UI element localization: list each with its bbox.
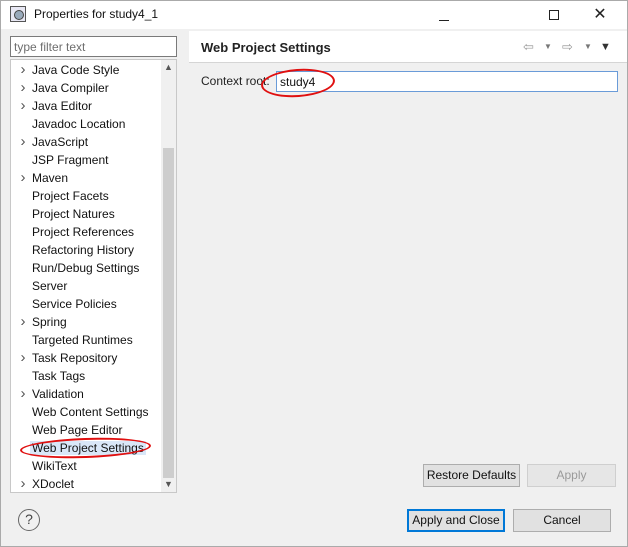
context-root-label: Context root: xyxy=(201,74,270,88)
tree-item[interactable]: Project Facets xyxy=(11,187,161,205)
tree-item[interactable]: › JavaScript xyxy=(11,133,161,151)
expand-chevron-icon[interactable]: › xyxy=(18,349,28,367)
forward-menu-chevron-icon[interactable]: ▼ xyxy=(584,38,592,56)
expand-chevron-icon[interactable]: › xyxy=(18,313,28,331)
tree-item[interactable]: Web Page Editor xyxy=(11,421,161,439)
tree-item-label: JavaScript xyxy=(32,135,89,149)
minimize-icon xyxy=(439,19,449,21)
maximize-button[interactable] xyxy=(531,1,577,29)
cancel-button[interactable]: Cancel xyxy=(513,509,611,532)
filter-input[interactable] xyxy=(10,36,177,57)
tree-item[interactable]: › Java Editor xyxy=(11,97,161,115)
panel-header: Web Project Settings ⇦ ▼ ⇨ ▼ ▼ xyxy=(189,31,627,63)
tree-item-label: Task Repository xyxy=(32,351,118,365)
context-root-input[interactable] xyxy=(276,71,618,92)
help-icon[interactable]: ? xyxy=(18,509,40,531)
view-menu-icon[interactable]: ▼ xyxy=(600,38,611,56)
apply-and-close-button[interactable]: Apply and Close xyxy=(407,509,505,532)
tree-item-label: Service Policies xyxy=(32,297,117,311)
tree-item-label: Javadoc Location xyxy=(32,117,126,131)
forward-arrow-icon[interactable]: ⇨ xyxy=(562,38,573,56)
back-arrow-icon[interactable]: ⇦ xyxy=(523,38,534,56)
expand-chevron-icon[interactable]: › xyxy=(18,61,28,79)
tree-item[interactable]: Project Natures xyxy=(11,205,161,223)
tree-item[interactable]: › Spring xyxy=(11,313,161,331)
tree-item-label: Web Page Editor xyxy=(32,423,123,437)
tree-item[interactable]: › Task Repository xyxy=(11,349,161,367)
tree-item-label: Project Natures xyxy=(32,207,115,221)
tree-item-label: Project Facets xyxy=(32,189,109,203)
tree-item[interactable]: JSP Fragment xyxy=(11,151,161,169)
tree-item-label: Spring xyxy=(32,315,67,329)
tree-item[interactable]: Targeted Runtimes xyxy=(11,331,161,349)
expand-chevron-icon[interactable]: › xyxy=(18,79,28,97)
settings-panel: Web Project Settings ⇦ ▼ ⇨ ▼ ▼ Context r… xyxy=(189,31,627,493)
tree-item-label: Web Project Settings xyxy=(30,441,146,455)
title-bar: Properties for study4_1 ✕ xyxy=(1,1,627,29)
eclipse-app-icon xyxy=(10,6,26,22)
close-button[interactable]: ✕ xyxy=(577,1,623,29)
tree-list: › Java Code Style › Java Compiler › Java Edit… xyxy=(11,61,161,492)
tree-item[interactable]: › Java Code Style xyxy=(11,61,161,79)
tree-item[interactable]: › Java Compiler xyxy=(11,79,161,97)
tree-item[interactable]: WikiText xyxy=(11,457,161,475)
tree-item[interactable]: › Maven xyxy=(11,169,161,187)
tree-item-label: Run/Debug Settings xyxy=(32,261,140,275)
tree-item-label: Java Compiler xyxy=(32,81,109,95)
tree-scrollbar[interactable]: ▲ ▼ xyxy=(161,60,176,492)
tree-item[interactable]: Service Policies xyxy=(11,295,161,313)
tree-item-label: Java Code Style xyxy=(32,63,120,77)
restore-defaults-button[interactable]: Restore Defaults xyxy=(423,464,520,487)
expand-chevron-icon[interactable]: › xyxy=(18,97,28,115)
tree-item-label: Maven xyxy=(32,171,69,185)
scroll-thumb[interactable] xyxy=(163,148,174,478)
scroll-up-icon[interactable]: ▲ xyxy=(161,60,176,75)
expand-chevron-icon[interactable]: › xyxy=(18,385,28,403)
window-title: Properties for study4_1 xyxy=(34,7,159,21)
tree-item-label: Task Tags xyxy=(32,369,86,383)
tree-item-label: JSP Fragment xyxy=(32,153,109,167)
tree-item[interactable]: › XDoclet xyxy=(11,475,161,492)
back-menu-chevron-icon[interactable]: ▼ xyxy=(544,38,552,56)
expand-chevron-icon[interactable]: › xyxy=(18,133,28,151)
tree-item-label: WikiText xyxy=(32,459,77,473)
properties-tree: › Java Code Style › Java Compiler › Java Edit… xyxy=(10,59,177,493)
tree-item[interactable]: › Validation xyxy=(11,385,161,403)
tree-item[interactable]: Run/Debug Settings xyxy=(11,259,161,277)
page-title: Web Project Settings xyxy=(201,40,331,55)
apply-button[interactable]: Apply xyxy=(527,464,616,487)
tree-item[interactable]: Project References xyxy=(11,223,161,241)
tree-item-label: XDoclet xyxy=(32,477,75,491)
tree-item-label: Web Content Settings xyxy=(32,405,149,419)
minimize-button[interactable] xyxy=(421,1,467,29)
scroll-down-icon[interactable]: ▼ xyxy=(161,477,176,492)
tree-item[interactable]: Web Project Settings xyxy=(11,439,161,457)
tree-item-label: Project References xyxy=(32,225,135,239)
tree-item-label: Refactoring History xyxy=(32,243,135,257)
maximize-icon xyxy=(549,10,559,20)
tree-item[interactable]: Refactoring History xyxy=(11,241,161,259)
tree-item[interactable]: Task Tags xyxy=(11,367,161,385)
tree-item-label: Java Editor xyxy=(32,99,93,113)
properties-dialog: Properties for study4_1 ✕ › Java Code Sty… xyxy=(0,0,628,547)
expand-chevron-icon[interactable]: › xyxy=(18,169,28,187)
tree-item-label: Validation xyxy=(32,387,84,401)
tree-item[interactable]: Server xyxy=(11,277,161,295)
tree-item[interactable]: Web Content Settings xyxy=(11,403,161,421)
tree-item-label: Server xyxy=(32,279,68,293)
tree-item-label: Targeted Runtimes xyxy=(32,333,133,347)
tree-item[interactable]: Javadoc Location xyxy=(11,115,161,133)
close-icon: ✕ xyxy=(593,6,607,23)
expand-chevron-icon[interactable]: › xyxy=(18,475,28,492)
